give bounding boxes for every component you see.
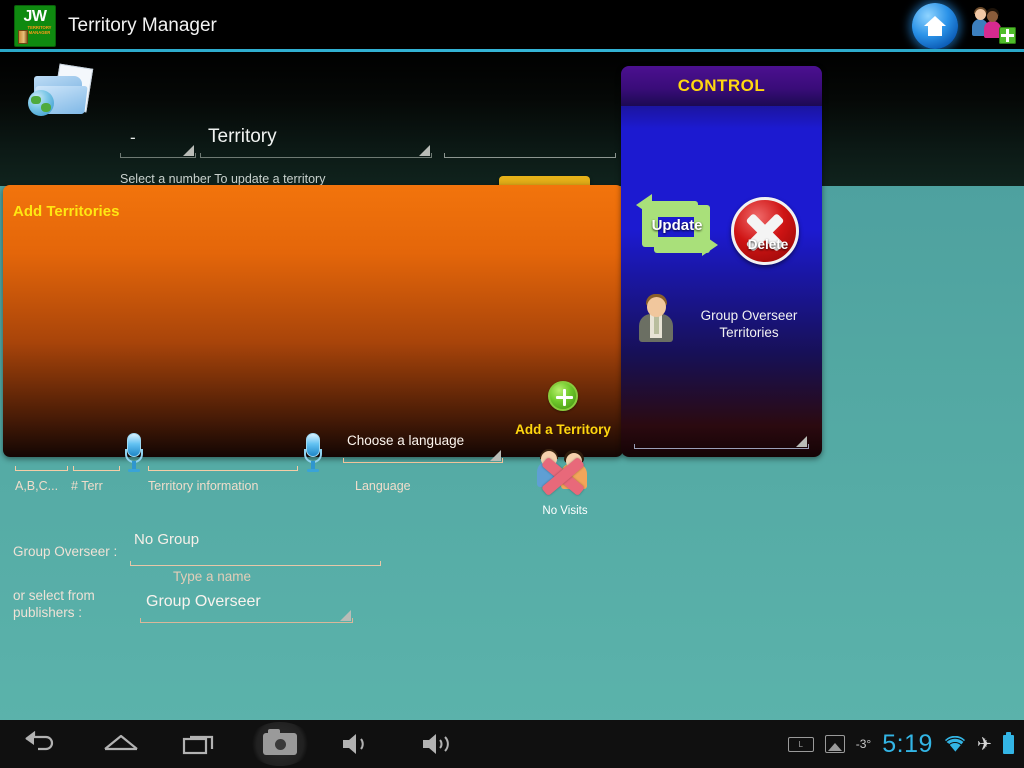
control-panel: CONTROL Update Delete Group Overseer Ter… [621, 66, 822, 457]
add-territory-label: Add a Territory [515, 422, 611, 437]
spinner-underline [634, 444, 809, 449]
businessman-tie [654, 316, 659, 334]
field-underline [444, 153, 616, 158]
type-a-name-label: Type a name [173, 569, 252, 584]
chevron-down-icon [340, 610, 351, 621]
control-panel-header: CONTROL [621, 66, 822, 106]
businessman-head [647, 297, 666, 317]
update-hint-text: Select a number To update a territory [120, 172, 326, 186]
territories-spinner[interactable] [634, 421, 809, 449]
territory-information-input[interactable] [148, 451, 298, 471]
volume-up-icon[interactable] [420, 731, 458, 757]
plus-badge-icon [999, 27, 1016, 44]
plus-circle-icon [548, 381, 578, 411]
app-icon-jw-text: JW [23, 8, 48, 25]
field-underline [15, 466, 68, 471]
camera-lens-glyph [275, 739, 286, 750]
house-glyph [924, 16, 946, 36]
book-glyph [18, 30, 28, 44]
add-publisher-icon[interactable] [968, 3, 1016, 49]
letter-input[interactable] [15, 451, 68, 471]
page-title: Territory Manager [68, 15, 217, 36]
delete-label: Delete [747, 237, 789, 252]
globe-glyph [28, 90, 54, 116]
language-spinner[interactable]: Choose a language [343, 431, 503, 463]
home-icon[interactable] [912, 3, 958, 49]
no-visits-label: No Visits [542, 505, 588, 517]
person-two-head [987, 11, 998, 22]
group-overseer-territories-label[interactable]: Group Overseer Territories [685, 307, 813, 341]
spinner-underline [343, 458, 503, 463]
back-icon[interactable] [22, 731, 56, 757]
recent-apps-icon[interactable] [182, 731, 218, 757]
android-navigation-bar: L -3° 5:19 ✈ [0, 720, 1024, 768]
add-territories-panel: Add Territories A,B,C... # Terr Territor… [3, 185, 623, 623]
field-underline [130, 561, 381, 566]
microphone-icon[interactable] [304, 433, 322, 473]
territory-spinner-value: Territory [208, 126, 277, 147]
chevron-down-icon [183, 145, 194, 156]
group-overseer-label: Group Overseer : [13, 544, 118, 559]
title-bar-actions [912, 0, 1016, 52]
language-spinner-value: Choose a language [347, 433, 465, 448]
field-underline [148, 466, 298, 471]
field-underline [73, 466, 120, 471]
language-label: Language [355, 479, 411, 493]
territory-number-input[interactable] [73, 451, 120, 471]
add-territories-title: Add Territories [13, 203, 120, 220]
wifi-icon[interactable] [944, 735, 966, 753]
folder-globe-icon [22, 63, 102, 126]
update-button[interactable]: Update [636, 194, 718, 259]
letter-input-label: A,B,C... [15, 479, 59, 493]
delete-button[interactable]: Delete [731, 197, 805, 269]
spinner-underline [120, 153, 196, 158]
letter-spinner[interactable]: - [120, 124, 196, 158]
chevron-down-icon [796, 436, 807, 447]
businessman-icon [634, 294, 678, 342]
clock[interactable]: 5:19 [882, 730, 933, 759]
status-bar-right: L -3° 5:19 ✈ [787, 730, 1014, 759]
add-territory-button[interactable]: Add a Territory [515, 381, 611, 443]
keyboard-indicator[interactable]: L [787, 736, 814, 752]
publisher-spinner[interactable]: Group Overseer [140, 591, 353, 623]
chevron-down-icon [490, 450, 501, 461]
camera-screenshot-icon[interactable] [248, 722, 312, 766]
publisher-spinner-value: Group Overseer [146, 593, 261, 610]
top-form-area: - Territory Select a number To update a … [0, 52, 1024, 233]
jw-app-icon: JW TERRITORY MANAGER [14, 5, 56, 47]
delete-circle-x-icon [731, 197, 799, 265]
temperature-indicator: -3° [855, 737, 872, 751]
territory-information-label: Territory information [148, 479, 259, 493]
chevron-down-icon [419, 145, 430, 156]
title-bar: JW TERRITORY MANAGER Territory Manager [0, 0, 1024, 52]
update-arrow-head-right [702, 234, 718, 256]
airplane-mode-icon[interactable]: ✈ [977, 735, 992, 753]
microphone-icon[interactable] [125, 433, 143, 473]
mic-base-glyph [128, 469, 140, 472]
mic-base-glyph [307, 469, 319, 472]
home-nav-icon[interactable] [102, 731, 140, 757]
spinner-underline [200, 153, 432, 158]
territory-spinner[interactable]: Territory [200, 124, 432, 158]
image-icon[interactable] [824, 735, 845, 753]
person-one-head [975, 9, 986, 20]
group-overseer-input[interactable]: No Group [130, 531, 381, 566]
territory-number-label: # Terr [71, 479, 103, 493]
volume-down-icon[interactable] [340, 731, 374, 757]
spinner-underline [140, 618, 353, 623]
extra-input-field[interactable] [444, 124, 616, 158]
group-overseer-value: No Group [134, 531, 200, 548]
camera-body-glyph [263, 729, 297, 755]
update-label: Update [651, 217, 703, 234]
select-publishers-label: or select from publishers : [13, 588, 95, 620]
battery-icon[interactable] [1003, 731, 1014, 754]
control-panel-title: CONTROL [677, 76, 766, 95]
letter-spinner-value: - [130, 128, 136, 147]
no-visits-button[interactable]: No Visits [531, 449, 599, 521]
